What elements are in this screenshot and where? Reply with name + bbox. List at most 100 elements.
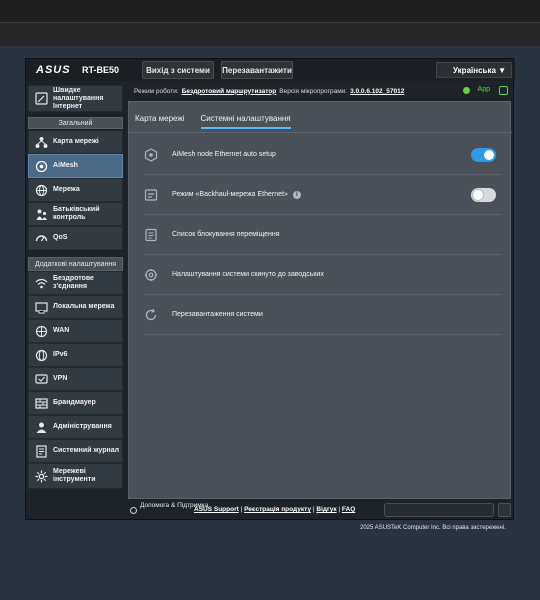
header: ASUS RT-BE50 Вихід з системи Перезаванта… xyxy=(26,59,515,81)
footer: Допомога & Підтримка ASUS Support | Реєс… xyxy=(128,501,515,519)
app-icon[interactable] xyxy=(499,86,508,95)
sidebar-item-label: Батьківський контроль xyxy=(53,206,100,221)
sidebar-item-vpn[interactable]: VPN xyxy=(28,367,123,391)
setting-row-roaming-block-list[interactable]: Список блокування переміщення xyxy=(144,215,502,255)
sidebar-item-wireless[interactable]: Бездротове з'єднання xyxy=(28,271,123,295)
sidebar-item-quick-setup[interactable]: Швидке налаштування Інтернет xyxy=(28,85,123,112)
footer-links: ASUS Support | Реєстрація продукту | Від… xyxy=(194,506,356,513)
tab-bar: Карта мережі Системні налаштування xyxy=(135,114,307,129)
language-select[interactable]: Українська ▼ xyxy=(436,62,512,78)
sidebar-section-general: Загальний xyxy=(28,117,123,129)
reboot-button[interactable]: Перезавантажити xyxy=(221,61,293,79)
tab-system-settings[interactable]: Системні налаштування xyxy=(200,114,291,129)
asus-logo: ASUS xyxy=(36,64,71,76)
backhaul-icon xyxy=(144,188,158,202)
sidebar-item-label: IPv6 xyxy=(53,351,68,358)
globe-icon xyxy=(34,183,48,197)
sidebar-section-advanced: Додаткові налаштування xyxy=(28,257,123,271)
toggle-knob xyxy=(484,149,494,160)
firmware-version-link[interactable]: 3.0.0.6.102_57012 xyxy=(350,88,404,95)
vpn-icon xyxy=(34,372,48,386)
asus-support-link[interactable]: ASUS Support xyxy=(194,506,239,513)
app-link[interactable]: App xyxy=(478,86,490,93)
setting-label: AiMesh node Ethernet auto setup xyxy=(172,151,276,158)
sidebar-item-label: Швидке налаштування Інтернет xyxy=(53,86,104,110)
toggle-knob xyxy=(473,189,483,200)
ethernet-backhaul-toggle[interactable] xyxy=(471,187,496,202)
network-tools-icon xyxy=(34,469,48,483)
router-admin-frame: ASUS RT-BE50 Вихід з системи Перезаванта… xyxy=(25,58,515,520)
setting-label: Налаштування системи скинуто до заводськ… xyxy=(172,271,324,278)
sidebar-item-label: Мережеві інструменти xyxy=(53,468,96,483)
operation-mode-link[interactable]: Бездротовий маршрутизатор xyxy=(182,88,277,95)
sidebar-item-ipv6[interactable]: IPv6 xyxy=(28,343,123,367)
sidebar-item-label: Брандмауер xyxy=(53,399,96,406)
setting-label: Список блокування переміщення xyxy=(172,231,280,238)
sidebar-item-aimesh[interactable]: AiMesh xyxy=(28,154,123,178)
qos-icon xyxy=(34,231,48,245)
log-icon xyxy=(34,444,48,458)
copyright-text: 2025 ASUSTeK Computer Inc. Всі права зас… xyxy=(360,525,506,531)
model-name: RT-BE50 xyxy=(82,65,120,75)
sidebar-item-label: Адміністрування xyxy=(53,423,112,430)
sidebar-item-label: Мережа xyxy=(53,186,80,193)
sidebar-item-system-log[interactable]: Системний журнал xyxy=(28,439,123,463)
wan-globe-icon xyxy=(34,324,48,338)
sidebar-item-label: WAN xyxy=(53,327,70,334)
browser-chrome xyxy=(0,0,540,46)
setting-row-ethernet-auto-setup: AiMesh node Ethernet auto setup xyxy=(144,135,502,175)
app-status-icon xyxy=(463,87,470,94)
browser-toolbar xyxy=(0,22,540,46)
sidebar-item-administration[interactable]: Адміністрування xyxy=(28,415,123,439)
language-value: Українська xyxy=(453,65,496,75)
ipv6-icon xyxy=(34,348,48,362)
setting-label: Перезавантаження системи xyxy=(172,311,263,318)
block-list-icon xyxy=(144,228,158,242)
sidebar-item-label: AiMesh xyxy=(53,162,78,169)
tab-divider xyxy=(129,132,512,133)
reboot-icon xyxy=(144,308,158,322)
status-bar: Режим роботи: Бездротовий маршрутизатор … xyxy=(134,85,510,97)
setting-label: Режим «Backhaul-мережа Ethernet» xyxy=(172,191,288,198)
operation-mode-label: Режим роботи: xyxy=(134,87,179,95)
help-icon xyxy=(130,507,137,514)
main-panel: Карта мережі Системні налаштування AiMes… xyxy=(128,101,512,499)
sidebar-item-label: Локальна мережа xyxy=(53,303,115,310)
sidebar-item-network-map[interactable]: Карта мережі xyxy=(28,130,123,154)
sidebar-item-label: Бездротове з'єднання xyxy=(53,275,94,290)
footer-search-input[interactable] xyxy=(384,503,494,517)
sidebar-item-wan[interactable]: WAN xyxy=(28,319,123,343)
search-icon[interactable] xyxy=(498,503,511,517)
setting-row-factory-reset[interactable]: Налаштування системи скинуто до заводськ… xyxy=(144,255,502,295)
sidebar-item-network[interactable]: Мережа xyxy=(28,178,123,202)
mesh-node-icon xyxy=(144,147,158,162)
network-map-icon xyxy=(34,135,48,149)
sidebar-item-label: QoS xyxy=(53,234,68,241)
tab-network-map[interactable]: Карта мережі xyxy=(135,114,185,129)
sidebar-item-label: Карта мережі xyxy=(53,138,99,145)
sidebar-item-lan[interactable]: Локальна мережа xyxy=(28,295,123,319)
feedback-link[interactable]: Відгук xyxy=(316,506,336,513)
sidebar-item-firewall[interactable]: Брандмауер xyxy=(28,391,123,415)
parental-control-icon xyxy=(34,207,48,221)
setting-row-reboot[interactable]: Перезавантаження системи xyxy=(144,295,502,335)
chevron-down-icon: ▼ xyxy=(498,65,506,75)
ethernet-auto-setup-toggle[interactable] xyxy=(471,147,496,162)
setting-row-ethernet-backhaul: Режим «Backhaul-мережа Ethernet» i xyxy=(144,175,502,215)
wifi-icon xyxy=(34,276,48,290)
faq-link[interactable]: FAQ xyxy=(342,506,355,513)
wand-icon xyxy=(34,92,48,106)
aimesh-icon xyxy=(34,159,48,173)
sidebar-item-qos[interactable]: QoS xyxy=(28,226,123,250)
product-registration-link[interactable]: Реєстрація продукту xyxy=(244,506,311,513)
sidebar-item-parental-control[interactable]: Батьківський контроль xyxy=(28,202,123,226)
factory-reset-icon xyxy=(144,268,158,282)
logout-button[interactable]: Вихід з системи xyxy=(142,61,214,79)
firewall-icon xyxy=(34,396,48,410)
firmware-label: Версія мікропрограми: xyxy=(279,87,348,95)
info-icon[interactable]: i xyxy=(292,190,301,199)
sidebar-item-network-tools[interactable]: Мережеві інструменти xyxy=(28,463,123,489)
sidebar-item-label: VPN xyxy=(53,375,68,382)
sidebar-item-label: Системний журнал xyxy=(53,447,120,454)
admin-icon xyxy=(34,420,48,434)
